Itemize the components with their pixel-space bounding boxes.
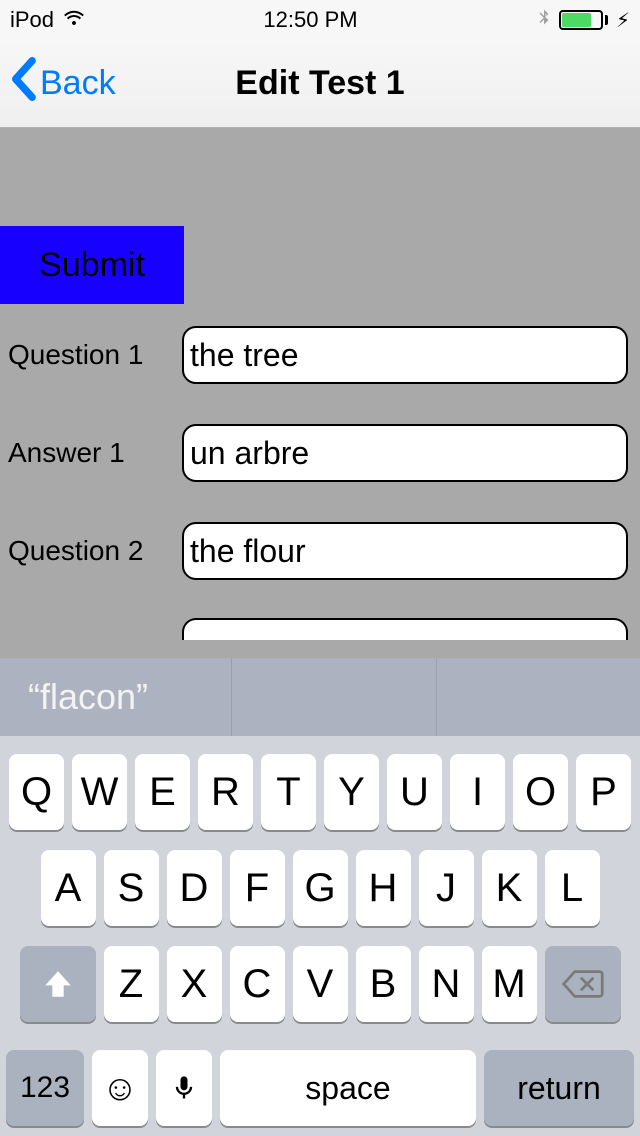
key-t[interactable]: T	[261, 754, 316, 830]
question-2-input[interactable]	[182, 522, 628, 580]
shift-key[interactable]	[20, 946, 96, 1022]
wifi-icon	[62, 5, 86, 35]
suggestion-1[interactable]: “flacon”	[0, 658, 232, 736]
space-key[interactable]: space	[220, 1050, 476, 1126]
key-n[interactable]: N	[419, 946, 474, 1022]
key-x[interactable]: X	[167, 946, 222, 1022]
status-right: ⚡︎	[535, 4, 630, 36]
field-label: Question 2	[8, 535, 182, 567]
key-g[interactable]: G	[293, 850, 348, 926]
key-s[interactable]: S	[104, 850, 159, 926]
key-k[interactable]: K	[482, 850, 537, 926]
suggestion-bar: “flacon”	[0, 658, 640, 736]
chevron-left-icon	[10, 57, 36, 110]
key-l[interactable]: L	[545, 850, 600, 926]
question-1-input[interactable]	[182, 326, 628, 384]
numbers-key[interactable]: 123	[6, 1050, 84, 1126]
bluetooth-icon	[535, 4, 553, 36]
nav-bar: Back Edit Test 1	[0, 40, 640, 128]
key-u[interactable]: U	[387, 754, 442, 830]
answer-1-input[interactable]	[182, 424, 628, 482]
key-v[interactable]: V	[293, 946, 348, 1022]
suggestion-3[interactable]	[437, 658, 640, 736]
keyboard: “flacon” QWERTYUIOP ASDFGHJKL ZXCVBNM 12…	[0, 658, 640, 1136]
key-h[interactable]: H	[356, 850, 411, 926]
key-i[interactable]: I	[450, 754, 505, 830]
backspace-key[interactable]	[545, 946, 621, 1022]
field-row-answer-1: Answer 1	[8, 424, 628, 482]
key-j[interactable]: J	[419, 850, 474, 926]
key-c[interactable]: C	[230, 946, 285, 1022]
field-label: Question 1	[8, 339, 182, 371]
key-r[interactable]: R	[198, 754, 253, 830]
mic-key[interactable]	[156, 1050, 212, 1126]
clock: 12:50 PM	[263, 7, 357, 33]
submit-button[interactable]: Submit	[0, 226, 184, 304]
keyboard-rows: QWERTYUIOP ASDFGHJKL ZXCVBNM	[0, 736, 640, 1050]
status-left: iPod	[10, 5, 86, 35]
field-row-answer-2	[8, 618, 628, 640]
charging-icon: ⚡︎	[616, 8, 630, 33]
field-row-question-2: Question 2	[8, 522, 628, 580]
key-o[interactable]: O	[513, 754, 568, 830]
key-f[interactable]: F	[230, 850, 285, 926]
key-m[interactable]: M	[482, 946, 537, 1022]
key-e[interactable]: E	[135, 754, 190, 830]
key-z[interactable]: Z	[104, 946, 159, 1022]
field-label: Answer 1	[8, 437, 182, 469]
keyboard-row-2: ASDFGHJKL	[6, 850, 634, 926]
field-row-question-1: Question 1	[8, 326, 628, 384]
keyboard-bottom-row: 123 ☺ space return	[0, 1050, 640, 1136]
key-w[interactable]: W	[72, 754, 127, 830]
key-p[interactable]: P	[576, 754, 631, 830]
key-b[interactable]: B	[356, 946, 411, 1022]
device-label: iPod	[10, 7, 54, 33]
emoji-key[interactable]: ☺	[92, 1050, 148, 1126]
back-label: Back	[40, 64, 116, 103]
key-q[interactable]: Q	[9, 754, 64, 830]
key-d[interactable]: D	[167, 850, 222, 926]
answer-2-input[interactable]	[182, 618, 628, 640]
keyboard-row-3: ZXCVBNM	[6, 946, 634, 1022]
battery-icon	[559, 10, 608, 30]
return-key[interactable]: return	[484, 1050, 634, 1126]
back-button[interactable]: Back	[10, 57, 116, 110]
suggestion-2[interactable]	[232, 658, 436, 736]
key-y[interactable]: Y	[324, 754, 379, 830]
status-bar: iPod 12:50 PM ⚡︎	[0, 0, 640, 40]
key-a[interactable]: A	[41, 850, 96, 926]
keyboard-row-1: QWERTYUIOP	[6, 754, 634, 830]
